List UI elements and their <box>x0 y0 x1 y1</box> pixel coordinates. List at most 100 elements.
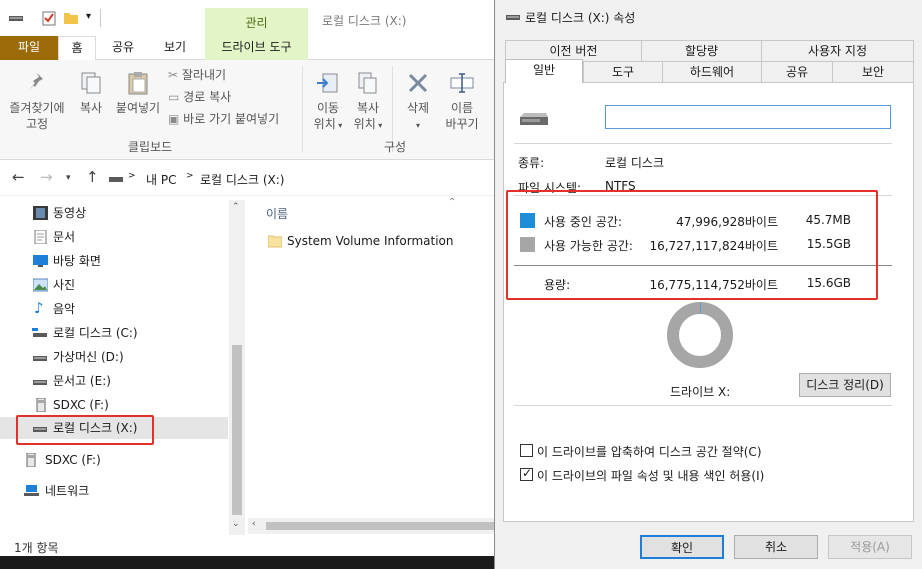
scissors-icon: ✂ <box>168 68 179 82</box>
address-bar[interactable]: > 내 PC > 로컬 디스크 (X:) <box>108 171 488 189</box>
scrollbar-thumb[interactable] <box>266 522 500 530</box>
copy-label: 복사 <box>79 101 103 115</box>
compress-checkbox-label[interactable]: 이 드라이브를 압축하여 디스크 공간 절약(C) <box>537 443 762 460</box>
delete-dropdown-icon[interactable]: ▾ <box>416 121 420 130</box>
apply-button[interactable]: 적용(A) <box>828 535 912 559</box>
file-row[interactable]: System Volume Information <box>266 232 486 252</box>
drive-large-icon <box>520 113 548 125</box>
nav-item-label: 동영상 <box>53 206 87 220</box>
nav-item-drive-d[interactable]: 가상머신 (D:) <box>0 346 228 368</box>
window-title: 로컬 디스크 (X:) <box>322 14 407 28</box>
copy-path-icon: ▭ <box>168 90 180 104</box>
volume-label-input[interactable] <box>605 105 891 129</box>
nav-item-drive-e[interactable]: 문서고 (E:) <box>0 370 228 392</box>
rename-button[interactable]: 이름 바꾸기 <box>440 70 484 132</box>
move-to-icon <box>317 73 338 93</box>
ribbon: 즐겨찾기에 고정 복사 붙여넣기 ✂ 잘라내기 ▭ 경로 복사 ▣ 바로 가기 … <box>0 60 500 160</box>
nav-item-music[interactable]: ♪ 음악 <box>0 298 228 320</box>
paste-shortcut-button[interactable]: ▣ 바로 가기 붙여넣기 <box>168 110 279 127</box>
document-icon <box>34 230 47 244</box>
up-arrow-icon[interactable]: ↑ <box>86 168 99 186</box>
scroll-left-icon[interactable]: ‹ <box>252 519 256 529</box>
tab-hardware[interactable]: 하드웨어 <box>662 61 762 82</box>
nav-item-label: SDXC (F:) <box>53 398 109 412</box>
nav-item-network[interactable]: 네트워크 <box>0 480 228 502</box>
copy-to-line1: 복사 <box>356 101 380 115</box>
index-checkbox[interactable]: ✓ <box>520 466 533 481</box>
nav-item-drive-c[interactable]: 로컬 디스크 (C:) <box>0 322 228 344</box>
nav-item-videos[interactable]: 동영상 <box>0 202 228 224</box>
general-tab-panel: 종류: 로컬 디스크 파일 시스템: NTFS 사용 중인 공간: 47,996… <box>503 82 914 522</box>
copy-path-button[interactable]: ▭ 경로 복사 <box>168 88 231 105</box>
tab-security[interactable]: 보안 <box>832 61 914 82</box>
titlebar-divider <box>100 9 101 27</box>
tab-quota[interactable]: 할당량 <box>641 40 762 61</box>
nav-item-label: 사진 <box>53 278 76 292</box>
pin-quick-access-button[interactable]: 즐겨찾기에 고정 <box>4 70 70 132</box>
highlight-box <box>16 415 154 445</box>
cut-button[interactable]: ✂ 잘라내기 <box>168 66 226 83</box>
drive-icon <box>9 16 23 21</box>
tab-share[interactable]: 공유 <box>103 36 143 60</box>
nav-item-documents[interactable]: 문서 <box>0 226 228 248</box>
drive-icon <box>33 356 47 361</box>
tab-previous-versions[interactable]: 이전 버전 <box>505 40 642 61</box>
index-checkbox-label[interactable]: 이 드라이브의 파일 속성 및 내용 색인 허용(I) <box>537 467 764 484</box>
item-count: 1개 항목 <box>14 541 59 555</box>
nav-pane-scrollbar[interactable]: ⌃ ⌄ <box>229 200 245 535</box>
nav-item-sdxc-f[interactable]: SDXC (F:) <box>0 394 228 416</box>
pin-label-line1: 즐겨찾기에 <box>9 101 65 115</box>
tab-tools[interactable]: 도구 <box>583 61 663 82</box>
move-to-line2: 위치 <box>313 117 336 131</box>
nav-item-pictures[interactable]: 사진 <box>0 274 228 296</box>
system-drive-icon <box>32 328 47 337</box>
nav-item-desktop[interactable]: 바탕 화면 <box>0 250 228 272</box>
customize-quick-access-icon[interactable]: ▾ <box>86 11 91 22</box>
compress-checkbox[interactable] <box>520 444 533 457</box>
scroll-up-icon[interactable]: ⌃ <box>232 202 240 212</box>
scroll-down-icon[interactable]: ⌄ <box>232 519 240 529</box>
new-folder-icon[interactable] <box>63 10 79 26</box>
properties-icon[interactable] <box>41 10 57 26</box>
back-arrow-icon[interactable]: ← <box>12 168 25 186</box>
tab-sharing[interactable]: 공유 <box>761 61 833 82</box>
breadcrumb-separator: > <box>186 171 194 181</box>
type-value: 로컬 디스크 <box>605 156 665 170</box>
tab-view[interactable]: 보기 <box>150 36 200 60</box>
tab-general[interactable]: 일반 <box>505 59 583 83</box>
copy-to-icon <box>358 72 377 94</box>
scrollbar-thumb[interactable] <box>232 345 242 515</box>
nav-item-label: 바탕 화면 <box>53 254 101 268</box>
nav-item-sdxc-f-2[interactable]: SDXC (F:) <box>0 449 228 471</box>
pin-icon <box>28 73 43 92</box>
column-header-name[interactable]: 이름 <box>266 205 288 222</box>
delete-button[interactable]: 삭제 ▾ <box>400 70 436 134</box>
nav-item-label: 문서고 (E:) <box>53 374 111 388</box>
usage-donut <box>667 302 733 368</box>
tab-drive-tools[interactable]: 드라이브 도구 <box>205 36 308 60</box>
status-bar: 1개 항목 <box>0 536 500 556</box>
rename-line2: 바꾸기 <box>445 117 479 131</box>
nav-item-label: 음악 <box>53 302 76 316</box>
tab-customize[interactable]: 사용자 지정 <box>761 40 914 61</box>
move-to-button[interactable]: 이동 위치 ▾ <box>310 70 346 134</box>
cancel-button[interactable]: 취소 <box>734 535 818 559</box>
checkmark-icon: ✓ <box>522 466 533 480</box>
delete-icon <box>408 73 428 93</box>
copy-button[interactable]: 복사 <box>74 70 108 116</box>
forward-arrow-icon[interactable]: → <box>40 168 53 186</box>
paste-shortcut-icon: ▣ <box>168 112 180 126</box>
tab-file[interactable]: 파일 <box>0 36 58 60</box>
tab-home[interactable]: 홈 <box>58 36 96 61</box>
network-icon <box>24 485 39 496</box>
disk-cleanup-button[interactable]: 디스크 정리(D) <box>799 373 891 397</box>
breadcrumb-this-pc[interactable]: 내 PC <box>146 171 176 188</box>
content-horizontal-scrollbar[interactable]: ‹ <box>248 518 500 534</box>
recent-locations-icon[interactable]: ▾ <box>66 173 71 183</box>
file-list: 이름 ⌃ System Volume Information <box>250 197 500 537</box>
ok-button[interactable]: 확인 <box>640 535 724 559</box>
paste-button[interactable]: 붙여넣기 <box>112 70 164 116</box>
copy-to-button[interactable]: 복사 위치 ▾ <box>350 70 386 134</box>
paste-label: 붙여넣기 <box>115 101 161 115</box>
breadcrumb-drive-x[interactable]: 로컬 디스크 (X:) <box>200 171 284 188</box>
